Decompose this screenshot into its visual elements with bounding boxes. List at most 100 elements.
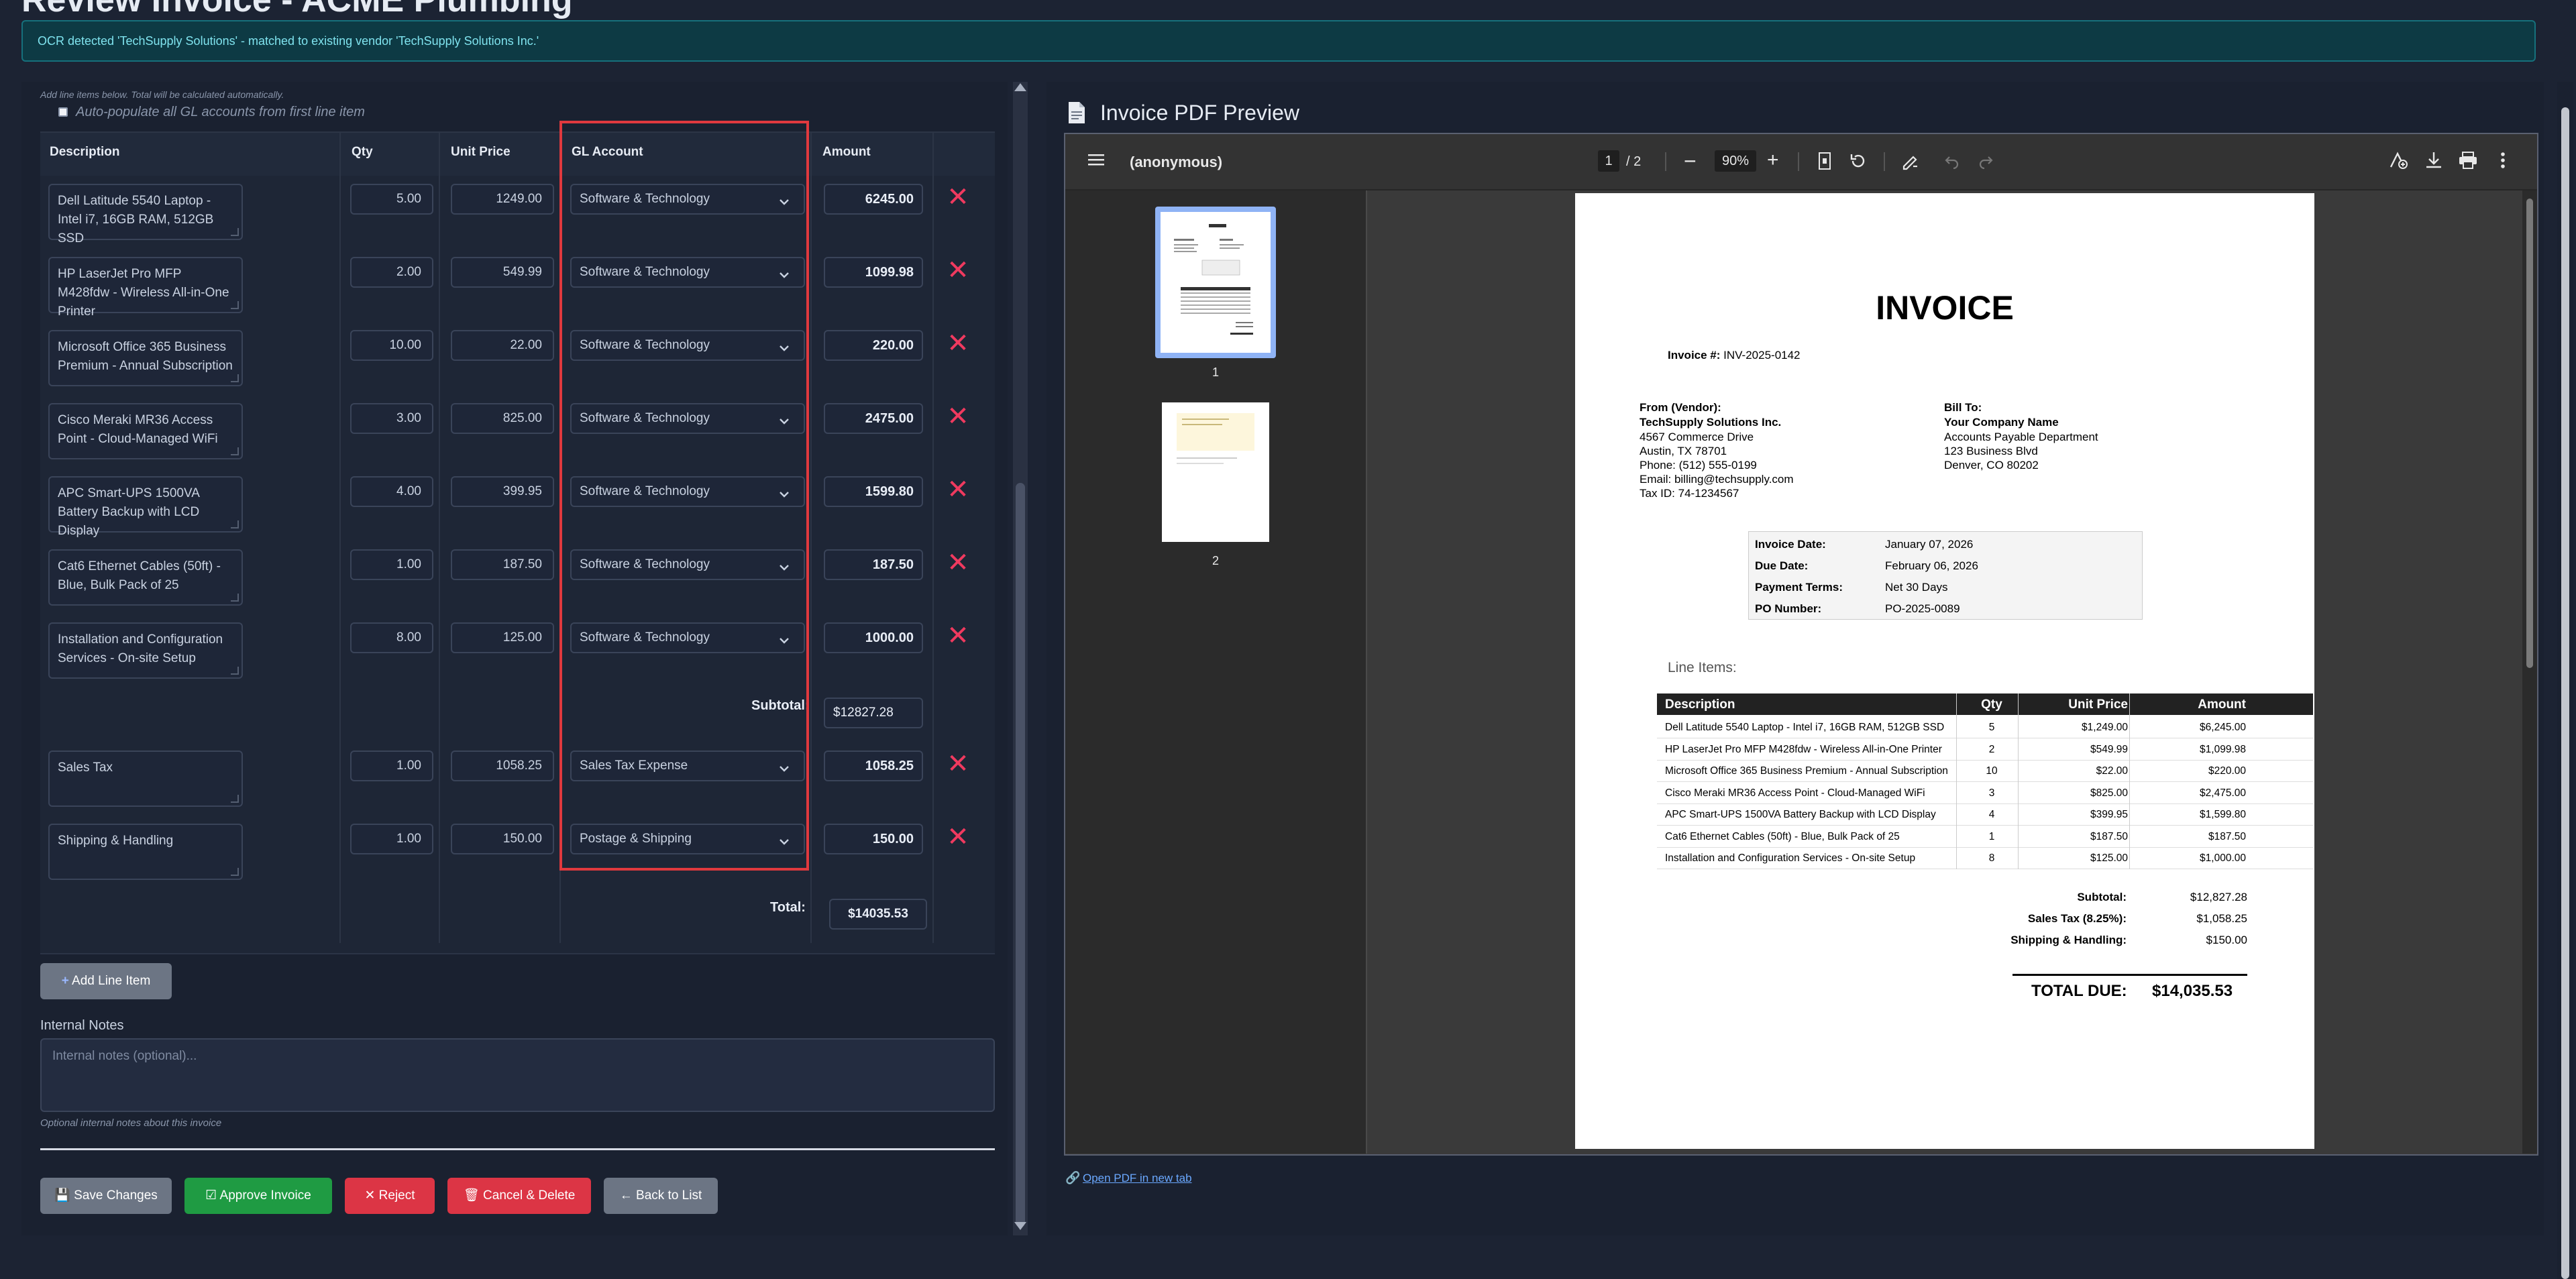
delete-line-item-icon[interactable]: ✕ [945,257,971,284]
more-options-icon[interactable] [2500,150,2506,170]
textarea-resize-handle-icon[interactable] [231,447,239,455]
pdf-viewer-scrollbar-thumb[interactable] [2526,199,2533,668]
thumbnail-label-1: 1 [1212,366,1220,379]
annotate-draw-icon[interactable] [1901,152,1920,170]
delete-line-item-icon[interactable]: ✕ [945,824,971,850]
line-item-gl-account-select[interactable]: Software & Technology [570,330,805,361]
pdf-table-cell: $2,475.00 [2200,787,2246,799]
save-changes-button[interactable]: 💾 Save Changes [40,1178,172,1214]
undo-icon[interactable] [1944,153,1960,170]
textarea-resize-handle-icon[interactable] [231,795,239,803]
line-item-unit-price-input[interactable]: 22.00 [451,330,554,361]
fit-page-icon[interactable] [1818,152,1831,170]
line-item-gl-account-select[interactable]: Software & Technology [570,549,805,580]
cancel-delete-button[interactable]: 🗑 Cancel & Delete [447,1178,591,1214]
line-item-unit-price-input[interactable]: 825.00 [451,403,554,434]
textarea-resize-handle-icon[interactable] [231,868,239,876]
download-icon[interactable] [2424,150,2443,170]
line-item-unit-price-input[interactable]: 125.00 [451,622,554,653]
window-scrollbar-thumb[interactable] [2561,107,2569,1279]
gl-account-selected-value: Software & Technology [580,338,710,352]
line-item-qty-input[interactable]: 3.00 [350,403,433,434]
redo-icon[interactable] [1978,153,1994,170]
open-pdf-new-tab-link[interactable]: Open PDF in new tab [1083,1172,1192,1185]
line-item-unit-price-input[interactable]: 1249.00 [451,184,554,215]
scroll-down-arrow-icon[interactable] [1014,1222,1026,1230]
line-item-description-input[interactable]: HP LaserJet Pro MFP M428fdw - Wireless A… [48,257,243,319]
print-icon[interactable] [2458,151,2478,170]
line-item-description-input[interactable]: Cisco Meraki MR36 Access Point - Cloud-M… [48,403,243,459]
chevron-down-icon [777,832,792,846]
pdf-total-due-value: $14,035.53 [2152,982,2233,1000]
approve-invoice-button[interactable]: ☑ Approve Invoice [184,1178,332,1214]
delete-line-item-icon[interactable]: ✕ [945,750,971,777]
thumbnail-page-2[interactable] [1162,402,1269,542]
delete-line-item-icon[interactable]: ✕ [945,330,971,357]
line-item-description-input[interactable]: Microsoft Office 365 Business Premium - … [48,330,243,386]
autopopulate-label: Auto-populate all GL accounts from first… [76,105,365,119]
line-item-qty-input[interactable]: 10.00 [350,330,433,361]
pdf-table-row-divider [1657,759,2313,761]
line-item-amount: 1058.25 [824,750,923,781]
left-scrollbar-thumb[interactable] [1016,483,1025,1227]
add-text-comment-icon[interactable] [2388,151,2408,171]
pdf-table-column-divider [1956,693,1957,869]
line-item-unit-price-input[interactable]: 150.00 [451,824,554,854]
line-item-description-input[interactable]: APC Smart-UPS 1500VA Battery Backup with… [48,476,243,538]
delete-line-item-icon[interactable]: ✕ [945,622,971,649]
textarea-resize-handle-icon[interactable] [231,594,239,602]
page-number-input[interactable]: 1 [1598,150,1619,172]
line-item-qty-input[interactable]: 1.00 [350,549,433,580]
line-item-description-input[interactable]: Dell Latitude 5540 Laptop - Intel i7, 16… [48,184,243,245]
line-item-gl-account-select[interactable]: Software & Technology [570,257,805,288]
total-label: Total: [770,900,806,915]
line-item-description-input[interactable]: Installation and Configuration Services … [48,622,243,679]
line-item-qty-input[interactable]: 2.00 [350,257,433,288]
delete-line-item-icon[interactable]: ✕ [945,476,971,503]
zoom-out-icon[interactable]: − [1684,149,1697,174]
line-item-qty-input[interactable]: 1.00 [350,750,433,781]
textarea-resize-handle-icon[interactable] [231,228,239,236]
reject-button[interactable]: ✕ Reject [345,1178,435,1214]
line-item-gl-account-select[interactable]: Software & Technology [570,184,805,215]
pdf-table-cell: Cisco Meraki MR36 Access Point - Cloud-M… [1665,787,1925,799]
line-item-gl-account-select[interactable]: Sales Tax Expense [570,750,805,781]
thumbnail-page-1[interactable] [1155,207,1276,358]
line-item-gl-account-select[interactable]: Software & Technology [570,476,805,507]
line-item-qty-input[interactable]: 1.00 [350,824,433,854]
back-to-list-button[interactable]: ← Back to List [604,1178,718,1214]
line-item-unit-price-input[interactable]: 549.99 [451,257,554,288]
total-field: $14035.53 [829,899,927,930]
line-item-gl-account-select[interactable]: Postage & Shipping [570,824,805,854]
line-item-amount: 150.00 [824,824,923,854]
delete-line-item-icon[interactable]: ✕ [945,184,971,211]
textarea-resize-handle-icon[interactable] [231,520,239,529]
pdf-table-cell: Dell Latitude 5540 Laptop - Intel i7, 16… [1665,722,1945,733]
textarea-resize-handle-icon[interactable] [231,301,239,309]
pdf-from-line: Phone: (512) 555-0199 [1640,459,1757,471]
line-item-qty-input[interactable]: 8.00 [350,622,433,653]
sidebar-menu-icon[interactable] [1088,153,1104,166]
line-item-unit-price-input[interactable]: 1058.25 [451,750,554,781]
line-item-description-input[interactable]: Shipping & Handling [48,824,243,880]
rotate-icon[interactable] [1849,152,1868,170]
line-item-qty-input[interactable]: 4.00 [350,476,433,507]
line-item-unit-price-input[interactable]: 399.95 [451,476,554,507]
line-item-unit-price-input[interactable]: 187.50 [451,549,554,580]
delete-line-item-icon[interactable]: ✕ [945,549,971,576]
line-item-qty-input[interactable]: 5.00 [350,184,433,215]
line-item-description-input[interactable]: Cat6 Ethernet Cables (50ft) - Blue, Bulk… [48,549,243,606]
zoom-in-icon[interactable]: + [1767,149,1779,172]
line-item-description-input[interactable]: Sales Tax [48,750,243,807]
autopopulate-checkbox[interactable] [58,107,68,117]
plus-icon: + [61,974,69,988]
add-line-item-button[interactable]: + Add Line Item [40,963,172,999]
internal-notes-textarea[interactable]: Internal notes (optional)... [40,1038,995,1112]
line-item-gl-account-select[interactable]: Software & Technology [570,622,805,653]
textarea-resize-handle-icon[interactable] [231,667,239,675]
scroll-up-arrow-icon[interactable] [1014,83,1026,91]
line-item-gl-account-select[interactable]: Software & Technology [570,403,805,434]
textarea-resize-handle-icon[interactable] [231,374,239,382]
zoom-level-input[interactable]: 90% [1715,150,1756,172]
delete-line-item-icon[interactable]: ✕ [945,403,971,430]
